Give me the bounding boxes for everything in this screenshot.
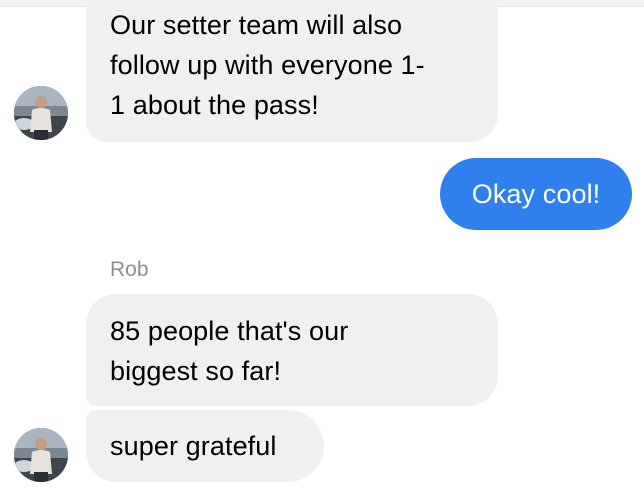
message-bubble-outgoing[interactable]: Okay cool! [440,158,632,230]
message-line: follow up with everyone 1- [110,50,425,80]
message-text: Okay cool! [471,179,601,209]
message-bubble-incoming[interactable]: 85 people that's our biggest so far! [86,294,498,406]
avatar-photo-icon [14,428,68,482]
message-bubble-incoming[interactable]: Our setter team will also follow up with… [86,0,498,142]
message-line: 85 people that's our [110,316,349,346]
sender-avatar[interactable] [14,428,68,482]
message-line: 1 about the pass! [110,90,319,120]
message-line: biggest so far! [110,356,282,386]
sender-avatar[interactable] [14,86,68,140]
message-text: super grateful [110,431,277,461]
sender-name: Rob [110,258,149,281]
message-bubble-incoming[interactable]: super grateful [86,410,324,482]
message-line: Our setter team will also [110,10,403,40]
avatar-photo-icon [14,86,68,140]
